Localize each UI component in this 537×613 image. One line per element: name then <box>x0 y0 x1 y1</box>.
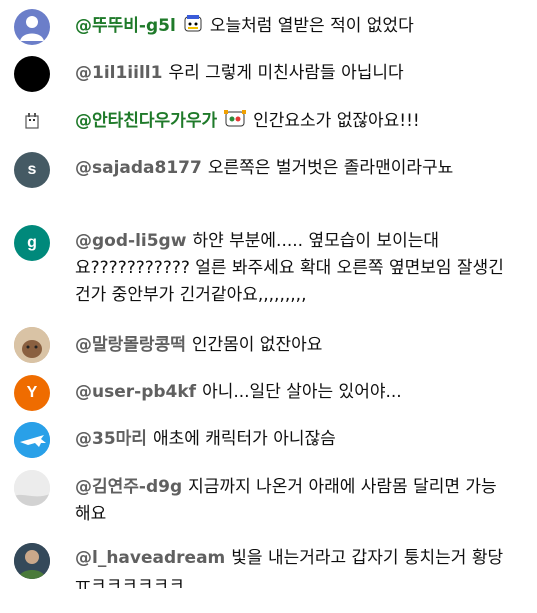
comment-text: 아니...일단 살아는 있어야... <box>202 382 402 402</box>
default-user-icon <box>20 16 44 41</box>
photo-avatar-icon <box>14 327 50 363</box>
comment-text: 인간몸이 없잔아요 <box>191 335 323 355</box>
cat-emoji-icon <box>182 14 204 43</box>
photo-avatar-icon <box>14 470 50 506</box>
avatar[interactable] <box>14 56 50 92</box>
comment-text: 오른쪽은 벌거벗은 졸라맨이라구뇨 <box>207 158 454 178</box>
avatar[interactable] <box>14 327 50 363</box>
avatar[interactable]: s <box>14 152 50 188</box>
comment-author[interactable]: @김연주-d9g <box>75 477 182 497</box>
photo-avatar-icon <box>14 543 50 579</box>
avatar[interactable] <box>14 470 50 506</box>
comment-text: 우리 그렇게 미친사람들 아닙니다 <box>168 63 404 83</box>
comment-text: 오늘처럼 열받은 적이 없었다 <box>209 16 414 36</box>
comment-author[interactable]: @말랑몰랑콩떡 <box>75 335 186 355</box>
robot-emoji-icon <box>223 109 247 138</box>
comment-author[interactable]: @god-li5gw <box>75 231 186 251</box>
airplane-icon <box>14 422 50 458</box>
comment-text: 인간요소가 없잖아요!!! <box>253 111 420 131</box>
avatar[interactable] <box>14 104 50 140</box>
avatar[interactable] <box>14 9 50 45</box>
comment-author[interactable]: @1il1iill1 <box>75 63 162 83</box>
comment-author[interactable]: @l_haveadream <box>75 548 225 568</box>
avatar[interactable]: Y <box>14 375 50 411</box>
comment-author[interactable]: @user-pb4kf <box>75 382 196 402</box>
comment-text: 애초에 캐릭터가 아니잖슴 <box>152 429 336 449</box>
avatar[interactable] <box>14 422 50 458</box>
comment-author[interactable]: @안타친다우가우가 <box>75 111 217 131</box>
pixel-avatar-icon <box>25 113 39 129</box>
comment-list: @뚜뚜비-g5l 오늘처럼 열받은 적이 없었다 @1il1iill1 우리 그렇게… <box>0 0 537 613</box>
avatar[interactable]: g <box>14 225 50 261</box>
comment-author[interactable]: @35마리 <box>75 429 147 449</box>
comment-author[interactable]: @sajada8177 <box>75 158 202 178</box>
comment-author[interactable]: @뚜뚜비-g5l <box>75 16 176 36</box>
avatar[interactable] <box>14 543 50 579</box>
